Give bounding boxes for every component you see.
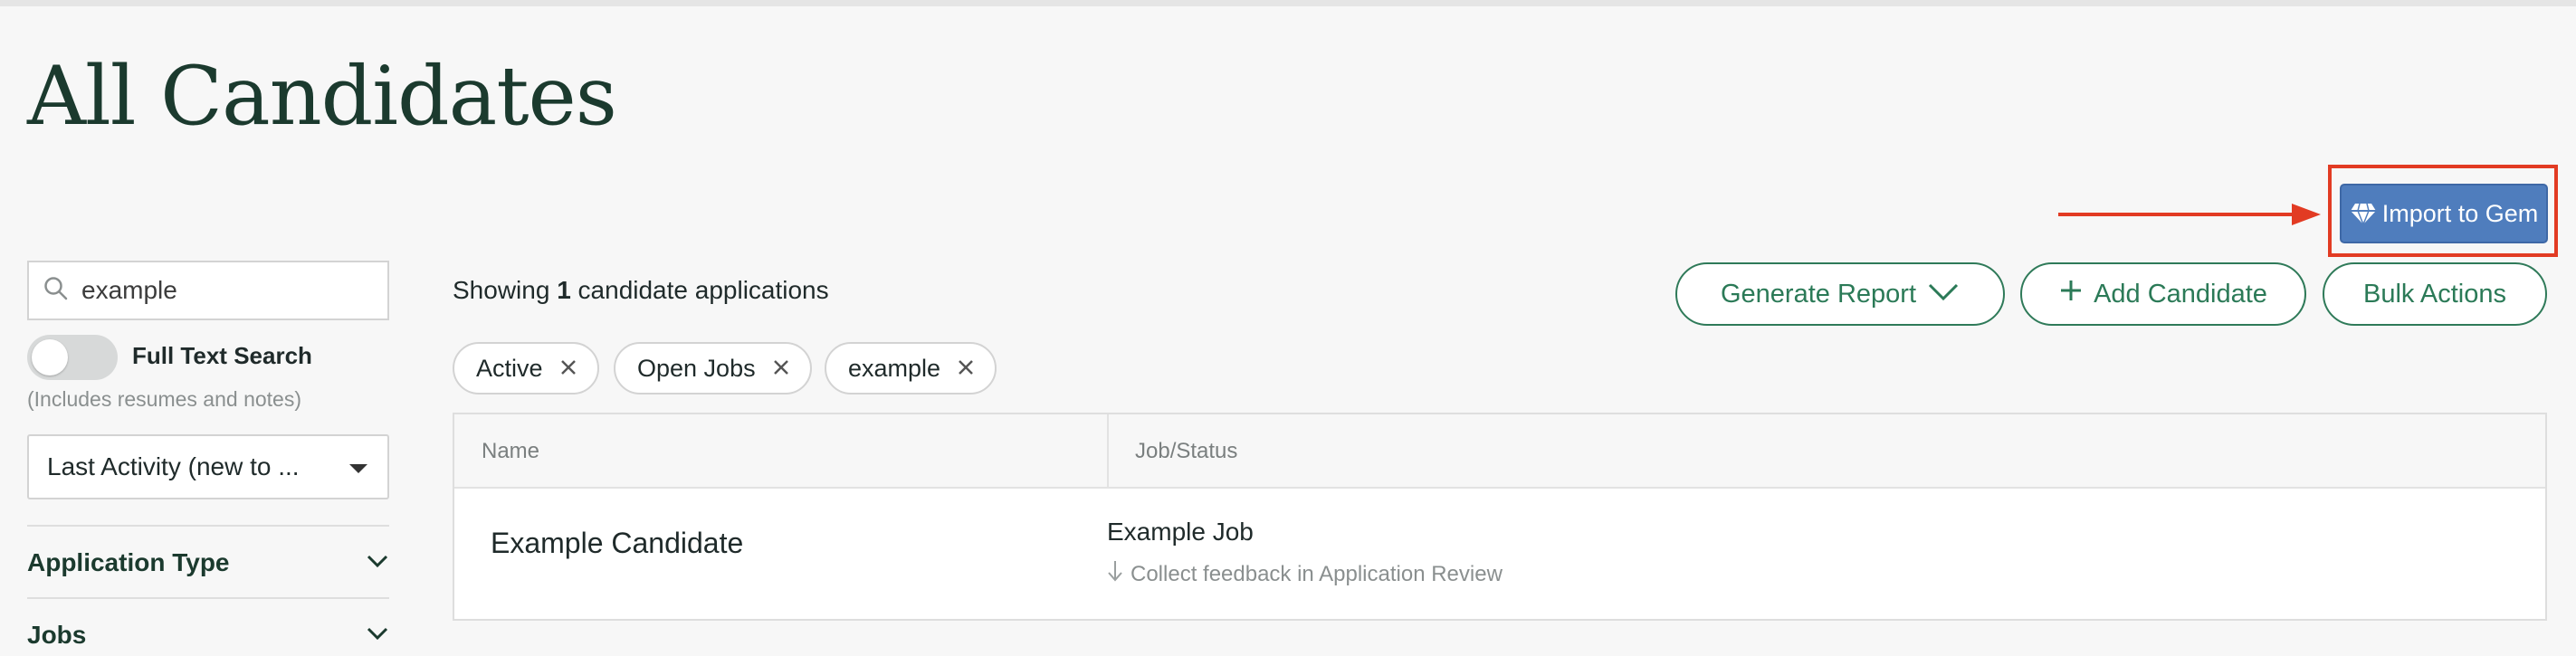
filter-jobs[interactable]: Jobs — [27, 614, 389, 656]
filter-label: Application Type — [27, 548, 230, 576]
chip-label: Active — [476, 354, 543, 382]
filter-chip-example: example — [825, 342, 997, 395]
generate-report-button[interactable]: Generate Report — [1675, 262, 2005, 326]
full-text-search-toggle[interactable] — [27, 335, 118, 380]
import-to-gem-button[interactable]: Import to Gem — [2340, 184, 2548, 243]
sort-select[interactable]: Last Activity (new to ... — [27, 434, 389, 499]
full-text-search-hint: (Includes resumes and notes) — [27, 387, 301, 411]
candidates-table: Name Job/Status Example Candidate Exampl… — [453, 413, 2547, 621]
generate-report-label: Generate Report — [1720, 279, 1916, 309]
filter-application-type[interactable]: Application Type — [27, 542, 389, 584]
job-title: Example Job — [1107, 518, 1254, 546]
column-divider — [1107, 414, 1109, 487]
full-text-search-label: Full Text Search — [132, 342, 312, 369]
top-rule — [0, 0, 2576, 6]
import-to-gem-label: Import to Gem — [2381, 199, 2539, 227]
remove-filter-icon[interactable] — [559, 355, 577, 383]
chip-label: example — [848, 354, 941, 382]
bulk-actions-label: Bulk Actions — [2363, 279, 2506, 309]
remove-filter-icon[interactable] — [772, 355, 790, 383]
chip-label: Open Jobs — [637, 354, 756, 382]
sort-select-value: Last Activity (new to ... — [47, 452, 300, 480]
candidate-name-link[interactable]: Example Candidate — [491, 527, 743, 560]
results-count: 1 — [557, 276, 571, 304]
column-header-name: Name — [482, 439, 540, 463]
add-candidate-label: Add Candidate — [2094, 279, 2267, 309]
caret-down-icon — [349, 464, 367, 473]
sidebar-divider — [27, 597, 389, 599]
bulk-actions-button[interactable]: Bulk Actions — [2323, 262, 2547, 326]
callout-arrow — [2058, 204, 2321, 225]
arrow-down-icon — [1107, 559, 1123, 589]
column-header-job-status: Job/Status — [1135, 439, 1238, 463]
add-candidate-button[interactable]: Add Candidate — [2020, 262, 2306, 326]
filter-label: Jobs — [27, 621, 87, 649]
chevron-down-icon — [1927, 280, 1960, 309]
search-input[interactable] — [81, 276, 371, 305]
candidate-search-field[interactable] — [27, 261, 389, 320]
table-header: Name Job/Status — [454, 414, 2545, 489]
filter-chip-active: Active — [453, 342, 599, 395]
sidebar-divider — [27, 525, 389, 527]
gem-icon — [2350, 202, 2377, 225]
job-status: Collect feedback in Application Review — [1107, 559, 1503, 589]
job-status-label: Collect feedback in Application Review — [1131, 561, 1503, 586]
plus-icon — [2059, 279, 2083, 309]
filter-chip-open-jobs: Open Jobs — [614, 342, 812, 395]
chevron-down-icon — [366, 626, 389, 645]
chevron-down-icon — [366, 554, 389, 573]
remove-filter-icon[interactable] — [957, 355, 975, 383]
search-icon — [43, 276, 69, 306]
results-summary: Showing 1 candidate applications — [453, 276, 829, 304]
toggle-knob — [32, 339, 68, 376]
page-title: All Candidates — [27, 49, 617, 144]
